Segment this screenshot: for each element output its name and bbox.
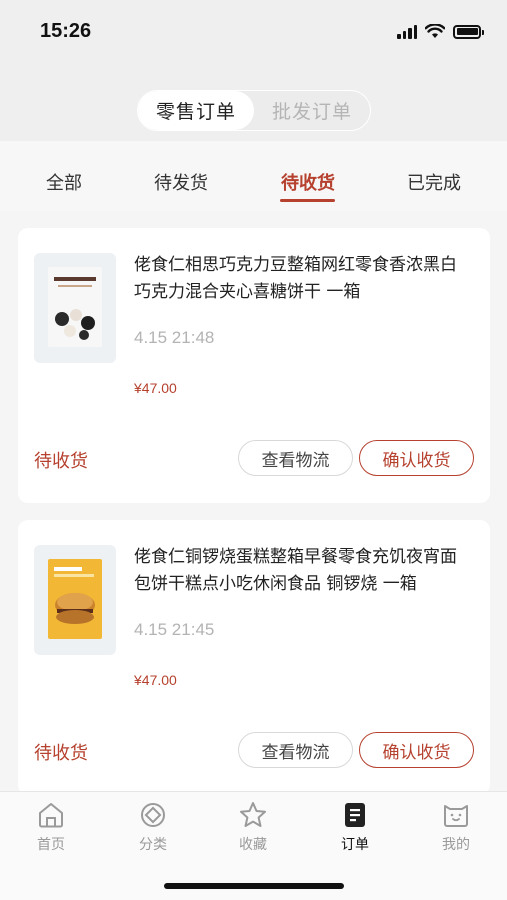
home-indicator	[164, 883, 344, 889]
tab-completed[interactable]: 已完成	[407, 169, 461, 195]
confirm-receipt-button[interactable]: 确认收货	[359, 732, 474, 768]
signal-icon	[397, 24, 417, 39]
order-price: ¥47.00	[134, 380, 177, 396]
confirm-receipt-button[interactable]: 确认收货	[359, 440, 474, 476]
nav-favorites[interactable]: 收藏	[218, 800, 288, 854]
nav-favorites-label: 收藏	[239, 837, 267, 853]
tab-retail-orders[interactable]: 零售订单	[138, 91, 254, 130]
order-date: 4.15 21:45	[134, 620, 215, 639]
status-time: 15:26	[40, 20, 92, 42]
tab-all[interactable]: 全部	[46, 169, 82, 195]
battery-icon	[453, 24, 484, 39]
star-icon	[240, 802, 266, 827]
header: 零售订单 批发订单	[0, 66, 507, 141]
order-card[interactable]: 佬食仁铜锣烧蛋糕整箱早餐零食充饥夜宵面包饼干糕点小吃休闲食品 铜锣烧 一箱 4.…	[18, 520, 490, 795]
order-status-tabs: 全部 待发货 待收货 已完成	[0, 141, 507, 211]
tab-pending-shipment[interactable]: 待发货	[154, 169, 208, 195]
tab-wholesale-orders[interactable]: 批发订单	[254, 91, 370, 130]
nav-profile[interactable]: 我的	[421, 800, 491, 854]
order-icon	[345, 803, 365, 827]
product-image-dorayaki	[48, 559, 102, 639]
product-thumbnail[interactable]	[34, 253, 116, 363]
order-date: 4.15 21:48	[134, 328, 215, 347]
nav-orders-label: 订单	[341, 837, 369, 853]
product-title[interactable]: 佬食仁铜锣烧蛋糕整箱早餐零食充饥夜宵面包饼干糕点小吃休闲食品 铜锣烧 一箱	[134, 544, 469, 598]
order-price: ¥47.00	[134, 672, 177, 688]
nav-home-label: 首页	[37, 837, 65, 853]
home-icon	[39, 803, 63, 828]
nav-profile-label: 我的	[442, 837, 470, 853]
status-icons	[397, 24, 484, 39]
profile-icon	[444, 805, 468, 827]
active-tab-indicator	[280, 199, 335, 202]
wifi-icon	[425, 24, 445, 38]
order-status: 待收货	[34, 743, 88, 764]
view-logistics-button[interactable]: 查看物流	[238, 440, 353, 476]
order-type-switch: 零售订单 批发订单	[137, 90, 371, 131]
view-logistics-button[interactable]: 查看物流	[238, 732, 353, 768]
nav-category[interactable]: 分类	[118, 800, 188, 854]
category-icon	[141, 803, 165, 827]
order-card[interactable]: 佬食仁相思巧克力豆整箱网红零食香浓黑白巧克力混合夹心喜糖饼干 一箱 4.15 2…	[18, 228, 490, 503]
nav-orders[interactable]: 订单	[320, 800, 390, 854]
tab-pending-receipt[interactable]: 待收货	[281, 169, 335, 195]
nav-category-label: 分类	[139, 837, 167, 853]
product-title[interactable]: 佬食仁相思巧克力豆整箱网红零食香浓黑白巧克力混合夹心喜糖饼干 一箱	[134, 252, 469, 306]
status-bar: 15:26	[0, 0, 507, 66]
product-thumbnail[interactable]	[34, 545, 116, 655]
order-status: 待收货	[34, 451, 88, 472]
nav-home[interactable]: 首页	[16, 800, 86, 854]
product-image-chocolate	[48, 267, 102, 347]
